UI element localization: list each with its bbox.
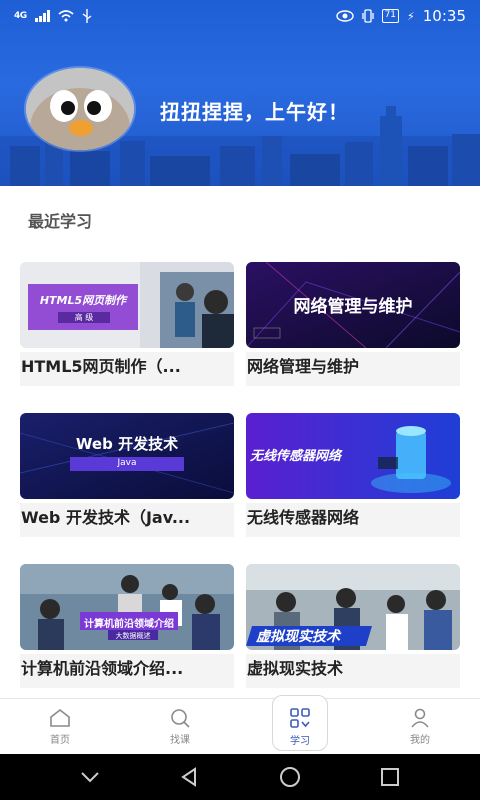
thumb-caption: 虚拟现实技术 xyxy=(256,629,340,645)
course-title: 虚拟现实技术 xyxy=(246,654,460,688)
course-card-network-management[interactable]: 网络管理与维护 网络管理与维护 xyxy=(246,262,460,386)
back-icon[interactable] xyxy=(179,767,199,787)
recent-apps-icon[interactable] xyxy=(380,767,400,787)
grid-icon xyxy=(290,707,310,728)
recent-learning-title: 最近学习 xyxy=(28,212,93,231)
greeting-text: 扭扭捏捏，上午好！ xyxy=(160,100,349,124)
search-icon xyxy=(171,708,190,728)
user-icon xyxy=(411,708,429,728)
tab-mine-label: 我的 xyxy=(410,734,430,746)
system-navigation-bar xyxy=(0,754,480,800)
course-thumbnail: 无线传感器网络 xyxy=(246,413,460,499)
wifi-icon xyxy=(58,10,74,22)
tab-home-label: 首页 xyxy=(50,734,70,746)
charging-icon: ⚡ xyxy=(407,9,415,23)
course-thumbnail: Web 开发技术 Java xyxy=(20,413,234,499)
status-bar: 4G 71 ⚡ 10:35 xyxy=(0,0,480,32)
course-title: Web 开发技术（Jav... xyxy=(20,503,234,537)
tab-mine[interactable]: 我的 xyxy=(360,699,480,754)
course-thumbnail: 虚拟现实技术 xyxy=(246,564,460,650)
thumb-caption: Web 开发技术 xyxy=(75,435,179,453)
course-card-frontier[interactable]: 计算机前沿领域介绍 大数据概述 计算机前沿领域介绍... xyxy=(20,564,234,688)
course-title: 计算机前沿领域介绍... xyxy=(20,654,234,688)
thumb-caption: HTML5网页制作 xyxy=(39,294,127,307)
course-card-web-dev[interactable]: Web 开发技术 Java Web 开发技术（Jav... xyxy=(20,413,234,537)
avatar-penguin-image xyxy=(26,68,134,150)
tab-find-course[interactable]: 找课 xyxy=(120,699,240,754)
battery-indicator: 71 xyxy=(381,9,400,23)
thumb-caption: 网络管理与维护 xyxy=(293,297,413,317)
course-title: 网络管理与维护 xyxy=(246,352,460,386)
course-card-html5[interactable]: HTML5网页制作 高 级 HTML5网页制作（... xyxy=(20,262,234,386)
vibrate-icon xyxy=(361,9,374,23)
network-type: 4G xyxy=(14,11,27,21)
tab-study[interactable]: 学习 xyxy=(240,695,360,754)
avatar[interactable] xyxy=(26,68,134,150)
bottom-tab-bar: 首页 找课 学习 我的 xyxy=(0,695,480,754)
course-thumbnail: 网络管理与维护 xyxy=(246,262,460,348)
thumb-caption: 计算机前沿领域介绍 xyxy=(84,619,174,630)
home-icon xyxy=(50,708,70,727)
course-card-wireless-sensor[interactable]: 无线传感器网络 无线传感器网络 xyxy=(246,413,460,537)
home-circle-icon[interactable] xyxy=(279,766,301,788)
tab-home[interactable]: 首页 xyxy=(0,699,120,754)
usb-icon xyxy=(82,9,92,23)
course-card-vr[interactable]: 虚拟现实技术 虚拟现实技术 xyxy=(246,564,460,688)
thumb-subcaption: 大数据概述 xyxy=(115,632,151,640)
thumb-subcaption: Java xyxy=(117,458,137,468)
course-thumbnail: HTML5网页制作 高 级 xyxy=(20,262,234,348)
course-title: HTML5网页制作（... xyxy=(20,352,234,386)
thumb-subcaption: 高 级 xyxy=(58,312,110,323)
course-title: 无线传感器网络 xyxy=(246,503,460,537)
thumb-caption: 无线传感器网络 xyxy=(250,449,342,464)
eye-comfort-icon xyxy=(335,10,354,22)
course-thumbnail: 计算机前沿领域介绍 大数据概述 xyxy=(20,564,234,650)
signal-icon xyxy=(34,10,50,22)
tab-find-course-label: 找课 xyxy=(170,734,190,746)
chevron-down-icon[interactable] xyxy=(80,771,100,783)
clock: 10:35 xyxy=(422,7,466,25)
tab-study-label: 学习 xyxy=(290,735,310,747)
